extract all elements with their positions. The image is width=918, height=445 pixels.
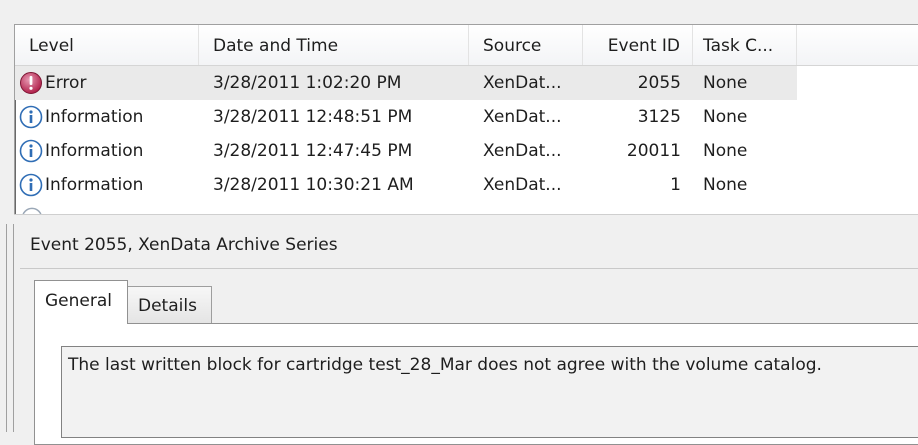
column-header-date-time[interactable]: Date and Time [199, 25, 469, 65]
event-id-cell: 20011 [626, 141, 681, 161]
column-header-source[interactable]: Source [469, 25, 583, 65]
task-category-cell: None [703, 107, 748, 127]
event-id-cell: 1 [670, 175, 681, 195]
date-time-cell: 3/28/2011 12:47:45 PM [213, 141, 413, 161]
task-category-cell: None [703, 73, 748, 93]
event-row-information[interactable]: Information 3/28/2011 12:48:51 PM XenDat… [15, 100, 918, 134]
info-icon [19, 139, 43, 163]
tab-details[interactable]: Details [128, 286, 212, 324]
pane-border [6, 224, 14, 432]
date-time-cell: 3/28/2011 1:02:20 PM [213, 73, 402, 93]
column-header-task-category[interactable]: Task C... [693, 25, 797, 65]
event-row-information[interactable]: Information 3/28/2011 10:30:21 AM XenDat… [15, 168, 918, 202]
task-category-cell: None [703, 141, 748, 161]
info-icon [19, 173, 43, 197]
event-list[interactable]: Level Date and Time Source Event ID Task… [14, 24, 918, 216]
level-text: Information [45, 175, 144, 195]
level-text: Information [45, 141, 144, 161]
info-icon [19, 105, 43, 129]
date-time-cell: 3/28/2011 10:30:21 AM [213, 175, 414, 195]
event-row-information[interactable]: Information 3/28/2011 12:47:45 PM XenDat… [15, 134, 918, 168]
event-title: Event 2055, XenData Archive Series [30, 235, 338, 255]
source-cell: XenDat... [483, 175, 562, 195]
level-text: Information [45, 107, 144, 127]
tab-general[interactable]: General [34, 280, 128, 324]
column-header-level[interactable]: Level [15, 25, 199, 65]
level-text: Error [45, 73, 87, 93]
column-header-row: Level Date and Time Source Event ID Task… [15, 25, 918, 66]
general-tab-panel: The last written block for cartridge tes… [34, 323, 918, 445]
event-message-text: The last written block for cartridge tes… [68, 355, 822, 375]
event-details-pane: Event 2055, XenData Archive Series Gener… [0, 224, 918, 445]
event-id-cell: 3125 [637, 107, 681, 127]
source-cell: XenDat... [483, 73, 562, 93]
source-cell: XenDat... [483, 107, 562, 127]
event-message-box[interactable]: The last written block for cartridge tes… [61, 346, 918, 438]
event-row-error[interactable]: Error 3/28/2011 1:02:20 PM XenDat... 205… [15, 66, 797, 100]
column-header-event-id[interactable]: Event ID [583, 25, 693, 65]
task-category-cell: None [703, 175, 748, 195]
divider [20, 268, 918, 269]
date-time-cell: 3/28/2011 12:48:51 PM [213, 107, 413, 127]
error-icon [20, 72, 42, 94]
source-cell: XenDat... [483, 141, 562, 161]
event-id-cell: 2055 [637, 73, 681, 93]
